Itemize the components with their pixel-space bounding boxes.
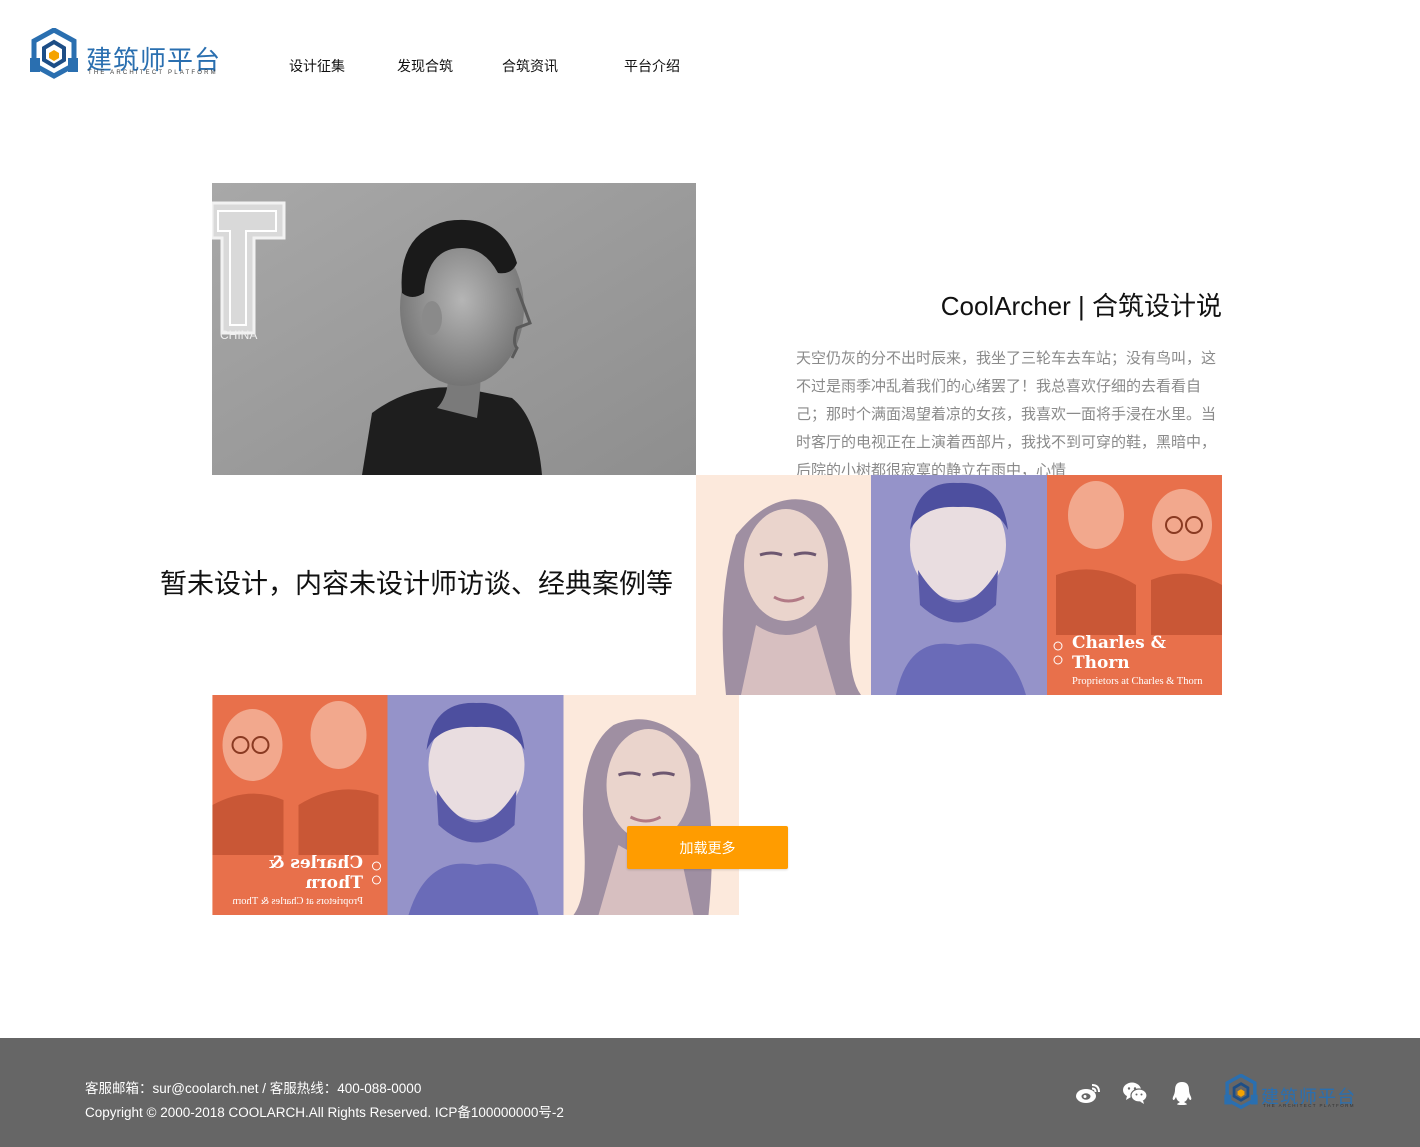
brand-subtitle: Proprietors at Charles & Thorn <box>1072 676 1203 687</box>
feature-excerpt: 天空仍灰的分不出时辰来，我坐了三轮车去车站；没有鸟叫，这不过是雨季冲乱着我们的心… <box>796 350 1217 475</box>
logo-subtitle: THE ARCHITECT PLATFORM <box>88 70 218 76</box>
brand-name-line1: Charles & <box>269 853 363 873</box>
nav-discover[interactable]: 发现合筑 <box>397 56 453 76</box>
placeholder-text: 暂未设计，内容未设计师访谈、经典案例等 <box>160 569 673 599</box>
nav-design-call[interactable]: 设计征集 <box>289 56 345 76</box>
charles-thorn-banner[interactable]: Charles & Thorn Proprietors at Charles &… <box>696 475 1222 695</box>
footer-logo[interactable]: 建筑师平台 THE ARCHITECT PLATFORM <box>1223 1074 1363 1110</box>
footer-copyright: Copyright © 2000-2018 COOLARCH.All Right… <box>85 1105 564 1120</box>
footer-contact: 客服邮箱：sur@coolarch.net / 客服热线：400-088-000… <box>85 1081 422 1096</box>
site-header: 建筑师平台 THE ARCHITECT PLATFORM 设计征集 发现合筑 合… <box>0 0 1420 120</box>
brand-subtitle: Proprietors at Charles & Thorn <box>232 896 363 907</box>
footer-logo-subtitle: THE ARCHITECT PLATFORM <box>1263 1103 1355 1108</box>
banner-brand: Charles & Thorn Proprietors at Charles &… <box>1072 633 1202 687</box>
banner-flip-wrapper: Charles & Thorn Proprietors at Charles &… <box>212 695 739 915</box>
brand-name-line2: Thorn <box>1072 653 1130 673</box>
logo-hexagon-icon <box>30 28 78 79</box>
portrait-photo: CHINA <box>212 183 696 475</box>
load-more-button[interactable]: 加载更多 <box>627 826 788 869</box>
nav-about[interactable]: 平台介绍 <box>624 56 680 76</box>
feature-title[interactable]: CoolArcher | 合筑设计说 <box>941 286 1222 323</box>
wechat-icon[interactable] <box>1122 1080 1148 1106</box>
weibo-icon[interactable] <box>1075 1080 1101 1106</box>
nav-news[interactable]: 合筑资讯 <box>502 56 558 76</box>
qq-icon[interactable] <box>1169 1080 1195 1106</box>
charles-thorn-banner-mirrored[interactable]: Charles & Thorn Proprietors at Charles &… <box>212 695 739 915</box>
logo-hexagon-icon <box>1224 1074 1258 1110</box>
banner-brand: Charles & Thorn Proprietors at Charles &… <box>233 853 363 907</box>
brand-name-line1: Charles & <box>1072 633 1166 653</box>
feature-photo[interactable]: CHINA <box>212 183 696 475</box>
brand-name-line2: Thorn <box>305 873 363 893</box>
site-logo[interactable]: 建筑师平台 THE ARCHITECT PLATFORM <box>28 28 238 84</box>
photo-caption: CHINA <box>220 328 257 342</box>
